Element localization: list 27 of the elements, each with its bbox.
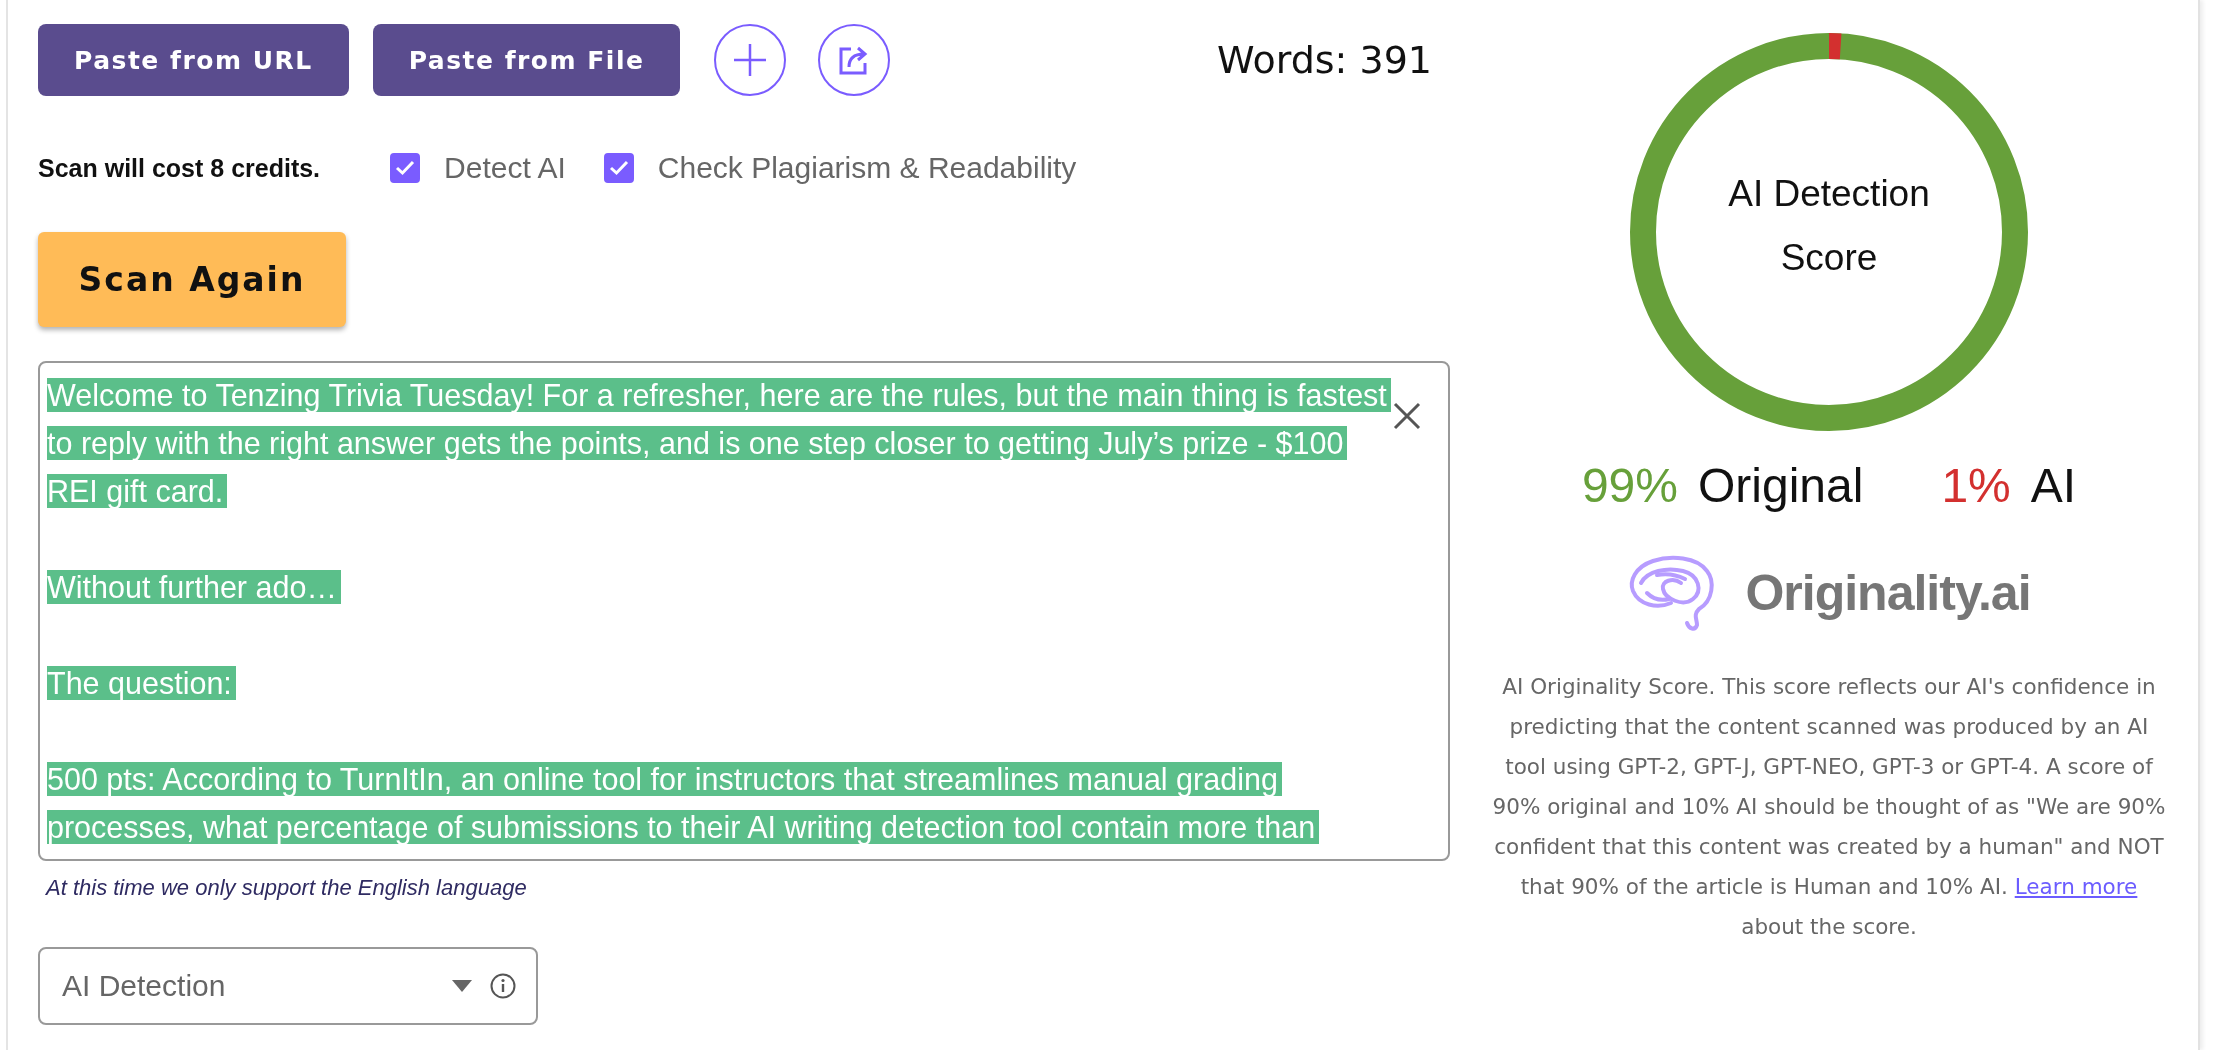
highlighted-paragraph: The question: [47,659,1388,707]
checkbox-label[interactable]: Check Plagiarism & Readability [657,151,1077,185]
credit-cost-note: Scan will cost 8 credits. [38,153,321,183]
score-percent: 1% [1941,458,2011,513]
paste-button[interactable]: Paste from URL [38,24,349,96]
highlighted-paragraph: Without further ado… [47,563,1388,611]
checkmark-icon [608,160,629,176]
score-percent: 99% [1581,458,1678,513]
caret-icon [452,980,472,992]
info-icon[interactable] [490,973,516,999]
score-name: Original [1697,458,1864,513]
paste-button[interactable]: Paste from File [372,24,681,96]
mode-dropdown[interactable]: AI Detection [38,947,538,1025]
checkbox[interactable] [603,153,634,183]
learn-more-link[interactable]: Learn more [2014,874,2138,899]
plus-icon [732,42,769,78]
checkbox[interactable] [390,153,421,183]
score-name: AI [2030,458,2077,513]
brand-name: Originality.ai [1745,564,2031,622]
word-count: Words: 391 [1217,38,1432,82]
language-note: At this time we only support the English language [46,875,527,901]
score-explanation: AI Originality Score. This score reflects our AI's confidence in predicting that the content scanned was produced by an AI tool using GPT-2, GPT-J, GPT-NEO, GPT-3 or GPT-4. A score of 90% original and 10% AI should be thought of as "We are 90% confident that this content was created by a human" and NOT that 90% of the article is Human and 10% AI. Learn more about the score. [1491,673,2167,941]
gauge-title: AI Detection Score [1727,172,1931,280]
scan-button[interactable]: Scan Again [38,232,346,327]
checkmark-icon [395,160,416,176]
close-icon[interactable] [1392,401,1422,431]
checkbox-label[interactable]: Detect AI [444,151,566,185]
